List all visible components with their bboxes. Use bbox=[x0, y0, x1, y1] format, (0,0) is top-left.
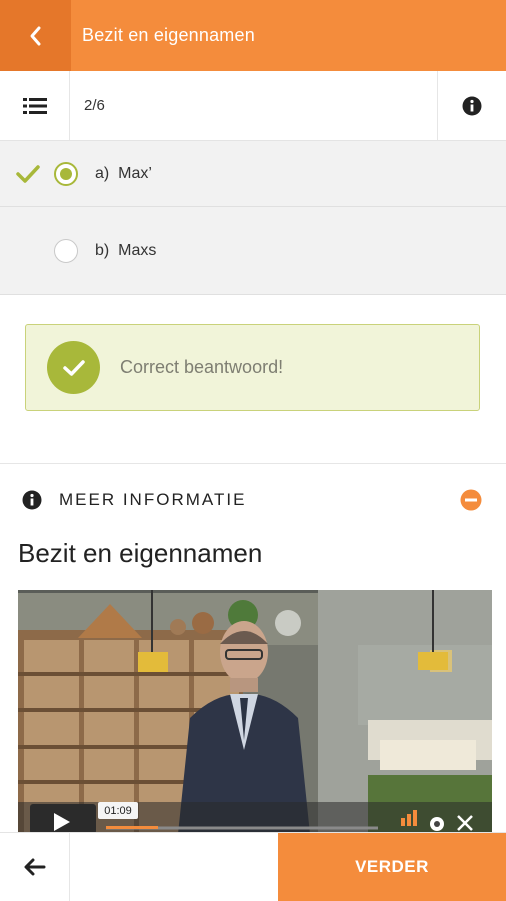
page-title: Bezit en eigennamen bbox=[82, 25, 255, 45]
info-button[interactable] bbox=[437, 71, 506, 140]
app-bar: Bezit en eigennamen bbox=[0, 0, 506, 71]
video-timestamp: 01:09 bbox=[104, 804, 132, 817]
feedback-box: Correct beantwoord! bbox=[25, 324, 480, 411]
option-letter: a) bbox=[95, 164, 110, 182]
section-heading: Bezit en eigennamen bbox=[18, 538, 263, 568]
collapse-icon[interactable] bbox=[460, 489, 482, 511]
answer-option-a[interactable]: a) Max’ bbox=[0, 141, 506, 207]
radio-option-a[interactable] bbox=[54, 161, 78, 186]
video-progress-fill bbox=[106, 826, 158, 829]
question-toolbar: 2/6 bbox=[0, 71, 506, 141]
more-info-header[interactable]: MEER INFORMATIE bbox=[0, 478, 506, 522]
video-progress[interactable] bbox=[106, 826, 378, 829]
option-letter: b) bbox=[95, 241, 110, 259]
more-info-label: MEER INFORMATIE bbox=[59, 490, 247, 509]
question-list-button[interactable] bbox=[0, 71, 70, 140]
radio-option-b[interactable] bbox=[54, 238, 78, 263]
feedback-message: Correct beantwoord! bbox=[120, 357, 284, 377]
answer-option-b[interactable]: b) Maxs bbox=[0, 207, 506, 295]
video-frame bbox=[18, 590, 492, 834]
video-player[interactable]: 01:09 bbox=[18, 590, 492, 834]
bottom-spacer bbox=[70, 833, 278, 901]
list-icon bbox=[22, 97, 47, 114]
bottom-bar: VERDER bbox=[0, 832, 506, 901]
question-progress: 2/6 bbox=[84, 97, 105, 114]
option-text: Maxs bbox=[118, 241, 157, 259]
success-circle bbox=[47, 341, 100, 394]
next-button[interactable]: VERDER bbox=[278, 833, 506, 901]
info-icon bbox=[462, 96, 482, 115]
back-button[interactable] bbox=[0, 0, 71, 71]
check-icon bbox=[62, 359, 85, 376]
previous-button[interactable] bbox=[0, 833, 70, 901]
info-icon bbox=[22, 490, 42, 510]
chevron-left-icon bbox=[30, 26, 40, 45]
check-icon bbox=[16, 164, 40, 183]
arrow-left-icon bbox=[24, 858, 45, 876]
option-text: Max’ bbox=[118, 164, 152, 182]
divider bbox=[0, 463, 506, 464]
